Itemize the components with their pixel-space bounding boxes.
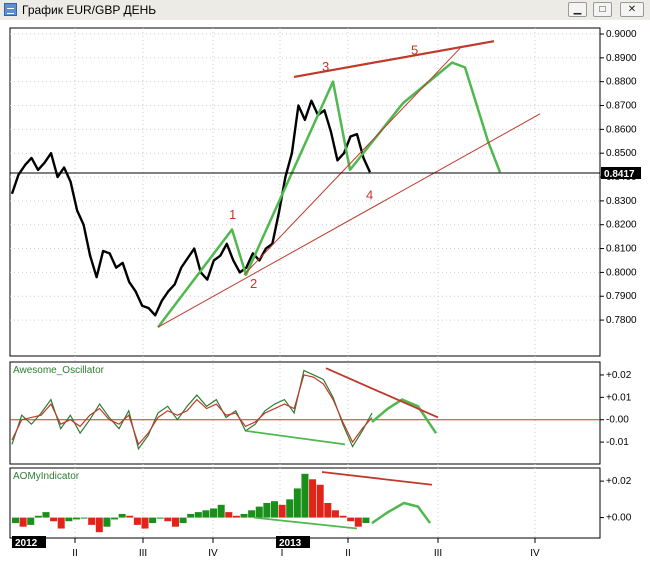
hist-bar (301, 473, 309, 518)
time-tick-label: III (139, 548, 147, 559)
hist-bar (354, 517, 362, 527)
chart-svg: 0.9000 0.8900 0.8800 0.8700 0.8600 0.8500 0.84… (9, 27, 641, 559)
hist-bar (126, 515, 134, 518)
hist-bar (111, 517, 119, 520)
hist-tick-label: +0.00 (606, 513, 632, 524)
hist-bar (34, 515, 42, 518)
maximize-button[interactable]: □ (593, 2, 612, 17)
time-tick-label: III (434, 548, 442, 559)
minimize-button[interactable]: ▁ (568, 2, 587, 17)
y-tick-label: 0.8700 (606, 101, 637, 112)
hist-bar (118, 513, 126, 518)
wave-label: 1 (229, 207, 236, 222)
hist-bar (194, 512, 202, 518)
time-tick-label: IV (208, 548, 218, 559)
y-tick-label: 0.8300 (606, 196, 637, 207)
hist-bar (141, 517, 149, 529)
hist-bar (80, 517, 88, 519)
close-button[interactable]: ✕ (620, 2, 644, 17)
y-tick-label: 0.8800 (606, 77, 637, 88)
hist-bar (248, 510, 256, 518)
hist-bar (225, 512, 233, 518)
panel-frame-1 (9, 361, 601, 465)
osc-tick-label: +0.01 (606, 392, 632, 403)
current-price-label: 0.8417 (604, 169, 635, 180)
hist-bar (187, 513, 195, 518)
close-icon: ✕ (627, 4, 637, 15)
hist-bar (149, 517, 157, 524)
hist-bar (179, 517, 187, 524)
hist-bar (12, 517, 20, 524)
osc-tick-label: -0.01 (606, 437, 629, 448)
hist-bar (27, 517, 35, 525)
osc-tick-label: -0.00 (606, 415, 629, 426)
y-tick-label: 0.8200 (606, 220, 637, 231)
y-tick-label: 0.7800 (606, 315, 637, 326)
hist-bar (240, 513, 248, 518)
y-tick-label: 0.9000 (606, 29, 637, 40)
y-tick-label: 0.8000 (606, 267, 637, 278)
hist-bar (42, 512, 50, 518)
maximize-icon: □ (599, 4, 606, 15)
hist-bar (232, 515, 240, 518)
chart-window-icon (4, 3, 17, 16)
y-tick-label: 0.8900 (606, 53, 637, 64)
hist-bar (316, 484, 324, 518)
hist-bar (309, 479, 317, 518)
hist-bar (278, 504, 286, 518)
hist-bar (217, 504, 225, 518)
osc-title: Awesome_Oscillator (13, 365, 105, 376)
hist-bar (210, 508, 218, 518)
hist-bar (331, 510, 339, 518)
time-tick-label: II (345, 548, 351, 559)
panel-frame-0 (9, 27, 601, 357)
chart-area[interactable]: 0.9000 0.8900 0.8800 0.8700 0.8600 0.8500 0.84… (0, 20, 650, 572)
hist-bar (65, 517, 73, 522)
hist-bar (347, 517, 355, 522)
hist-bar (57, 517, 65, 529)
minimize-icon: ▁ (573, 4, 582, 15)
hist-bar (324, 503, 332, 518)
hist-bar (164, 517, 172, 522)
hist-bar (202, 510, 210, 518)
hist-bar (270, 501, 278, 518)
hist-bar (286, 499, 294, 518)
wave-label: 4 (366, 188, 373, 203)
hist-bar (19, 517, 27, 527)
time-tick-label: I (281, 548, 284, 559)
time-tick-label: II (72, 548, 78, 559)
hist-bar (293, 488, 301, 518)
time-tick-label: IV (530, 548, 540, 559)
wave-label: 3 (322, 59, 329, 74)
hist-bar (339, 515, 347, 518)
year-label: 2012 (15, 538, 38, 549)
y-tick-label: 0.8500 (606, 148, 637, 159)
y-tick-label: 0.7900 (606, 291, 637, 302)
year-label: 2013 (279, 538, 302, 549)
hist-bar (263, 503, 271, 518)
hist-bar (103, 517, 111, 527)
hist-bar (95, 517, 103, 533)
window-titlebar[interactable]: График EUR/GBP ДЕНЬ ▁ □ ✕ (0, 0, 650, 21)
y-tick-label: 0.8100 (606, 244, 637, 255)
wave-label: 2 (250, 276, 257, 291)
hist-title: AOMyIndicator (13, 471, 80, 482)
hist-bar (362, 517, 370, 524)
hist-bar (171, 517, 179, 527)
hist-bar (50, 517, 58, 522)
hist-bar (156, 517, 164, 519)
osc-tick-label: +0.02 (606, 370, 632, 381)
hist-bar (133, 517, 141, 525)
window-title: График EUR/GBP ДЕНЬ (22, 3, 157, 17)
hist-tick-label: +0.02 (606, 476, 632, 487)
hist-bar (255, 506, 263, 518)
hist-bar (88, 517, 96, 525)
hist-bar (72, 517, 80, 520)
wave-label: 5 (411, 42, 418, 57)
y-tick-label: 0.8600 (606, 124, 637, 135)
